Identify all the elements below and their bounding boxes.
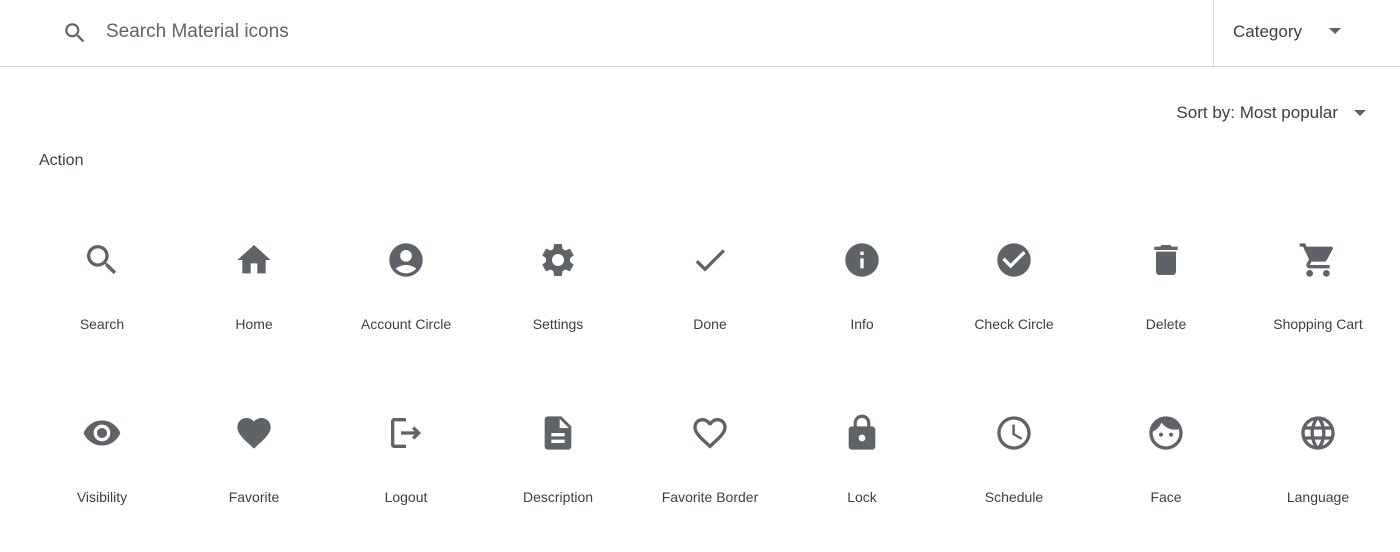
shopping-cart-icon [1298,240,1338,280]
icon-label: Home [235,316,273,332]
search-icon [82,240,122,280]
icon-tile[interactable]: Language [1242,379,1394,552]
sort-dropdown[interactable]: Sort by: Most popular [1176,101,1366,125]
icon-tile[interactable]: Shopping Cart [1242,206,1394,379]
icon-label: Description [522,489,594,505]
icon-tile[interactable]: Favorite Border [634,379,786,552]
caret-down-icon [1329,28,1341,34]
logout-icon [386,413,426,453]
icon-tile[interactable]: Account Circle [330,206,482,379]
check-circle-icon [994,240,1034,280]
icon-tile[interactable]: Check Circle [938,206,1090,379]
icon-label: Favorite Border [661,489,759,505]
sort-label: Sort by: Most popular [1176,103,1338,122]
category-label: Category [1233,22,1302,41]
icon-tile[interactable]: Home [178,206,330,379]
icon-label: Shopping Cart [1273,316,1363,332]
icon-label: Visibility [76,489,128,505]
icon-tile[interactable]: Favorite [178,379,330,552]
icon-tile[interactable]: Search [26,206,178,379]
icon-tile[interactable]: Schedule [938,379,1090,552]
icon-label: Done [693,316,727,332]
icon-label: Schedule [984,489,1044,505]
icon-tile[interactable]: Info [786,206,938,379]
icon-label: Check Circle [974,316,1054,332]
search-icon[interactable] [62,20,88,46]
icon-tile[interactable]: Delete [1090,206,1242,379]
icon-label: Favorite [228,489,280,505]
icon-label: Language [1286,489,1350,505]
done-icon [690,240,730,280]
icon-tile[interactable]: Done [634,206,786,379]
favorite-border-icon [690,413,730,453]
top-bar: Category [0,0,1400,67]
icon-label: Info [850,316,874,332]
icon-tile[interactable]: Description [482,379,634,552]
search-input[interactable] [106,16,1196,48]
category-dropdown[interactable]: Category [1213,0,1400,66]
icon-label: Search [79,316,125,332]
schedule-icon [994,413,1034,453]
icon-label: Delete [1145,316,1187,332]
account-circle-icon [386,240,426,280]
icon-grid: Search Home Account Circle Settings Done Info… [26,206,1394,552]
favorite-icon [234,413,274,453]
icon-tile[interactable]: Lock [786,379,938,552]
icon-label: Lock [847,489,877,505]
icon-tile[interactable]: Settings [482,206,634,379]
icon-label: Logout [384,489,428,505]
delete-icon [1146,240,1186,280]
icon-tile[interactable]: Logout [330,379,482,552]
icon-label: Face [1150,489,1182,505]
caret-down-icon [1354,110,1366,116]
home-icon [234,240,274,280]
icon-label: Account Circle [360,316,452,332]
settings-icon [538,240,578,280]
lock-icon [842,413,882,453]
icon-tile[interactable]: Visibility [26,379,178,552]
icon-label: Settings [532,316,584,332]
description-icon [538,413,578,453]
language-icon [1298,413,1338,453]
info-icon [842,240,882,280]
face-icon [1146,413,1186,453]
section-title: Action [39,152,84,169]
visibility-icon [82,413,122,453]
icon-tile[interactable]: Face [1090,379,1242,552]
